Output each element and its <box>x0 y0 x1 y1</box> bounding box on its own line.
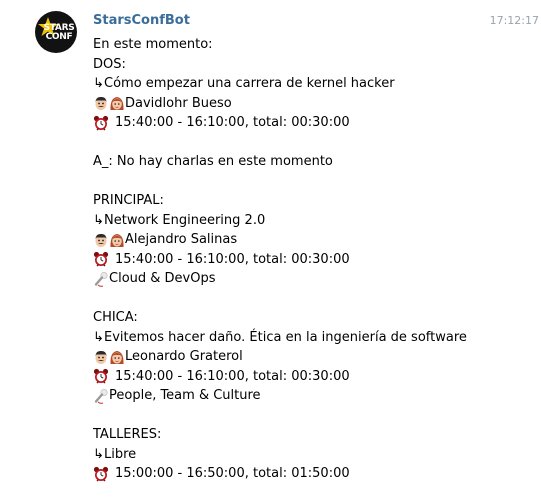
arrow-icon: ↳ <box>93 329 104 345</box>
arrow-icon: ↳ <box>93 76 104 91</box>
alarm-clock-icon <box>93 251 109 267</box>
talk-title-line: ↳ Network Engineering 2.0 <box>93 211 538 231</box>
room-label: PRINCIPAL: <box>93 193 164 208</box>
bot-avatar[interactable]: STARS CONF <box>35 11 77 53</box>
speaker-name: Alejandro Salinas <box>125 232 238 247</box>
schedule-text: 15:40:00 - 16:10:00, total: 00:30:00 <box>115 368 350 384</box>
speaker-line: Davidlohr Bueso <box>93 94 538 114</box>
alarm-clock-icon <box>93 368 109 384</box>
room-label: TALLERES: <box>93 427 162 442</box>
talk-title: Cómo empezar una carrera de kernel hacke… <box>104 76 395 91</box>
sender-name[interactable]: StarsConfBot <box>93 13 190 28</box>
speaker-name: Davidlohr Bueso <box>125 95 232 111</box>
microphone-icon <box>93 271 109 287</box>
woman-face-icon <box>109 95 125 111</box>
message-time: 17:12:17 <box>489 14 539 27</box>
schedule-text: 15:00:00 - 16:50:00, total: 01:50:00 <box>115 466 350 481</box>
alarm-clock-icon <box>93 466 109 482</box>
woman-face-icon <box>109 349 125 365</box>
talk-title: Libre <box>104 446 137 462</box>
schedule-text: 15:40:00 - 16:10:00, total: 00:30:00 <box>115 115 350 130</box>
woman-face-icon <box>109 232 125 248</box>
arrow-icon: ↳ <box>93 446 104 462</box>
alarm-clock-icon <box>93 115 109 131</box>
arrow-icon: ↳ <box>93 212 104 228</box>
intro-line: En este momento: <box>93 37 213 52</box>
message-body: En este momento: DOS: ↳ Cómo empezar una … <box>93 35 538 484</box>
talk-title-line: ↳ Cómo empezar una carrera de kernel hack… <box>93 74 538 94</box>
man-face-icon <box>93 95 109 111</box>
avatar-text: STARS CONF <box>43 23 75 42</box>
talk-title: Evitemos hacer daño. Ética en la ingenie… <box>104 329 467 345</box>
schedule-text: 15:40:00 - 16:10:00, total: 00:30:00 <box>115 251 350 267</box>
room-status-line: A_: No hay charlas en este momento <box>93 154 333 169</box>
track-line: People, Team & Culture <box>93 386 538 406</box>
microphone-icon <box>93 388 109 404</box>
talk-title-line: ↳ Libre <box>93 445 538 465</box>
talk-title: Network Engineering 2.0 <box>104 212 266 228</box>
schedule-line: 15:00:00 - 16:50:00, total: 01:50:00 <box>93 464 538 484</box>
track-name: Cloud & DevOps <box>109 271 216 286</box>
talk-title-line: ↳ Evitemos hacer daño. Ética en la ingeni… <box>93 328 538 348</box>
schedule-line: 15:40:00 - 16:10:00, total: 00:30:00 <box>93 113 538 133</box>
room-label: DOS: <box>93 56 126 72</box>
track-name: People, Team & Culture <box>109 388 261 403</box>
room-label: CHICA: <box>93 310 138 325</box>
speaker-line: Leonardo Graterol <box>93 347 538 367</box>
schedule-line: 15:40:00 - 16:10:00, total: 00:30:00 <box>93 250 538 270</box>
speaker-line: Alejandro Salinas <box>93 230 538 250</box>
man-face-icon <box>93 232 109 248</box>
man-face-icon <box>93 349 109 365</box>
schedule-line: 15:40:00 - 16:10:00, total: 00:30:00 <box>93 367 538 387</box>
track-line: Cloud & DevOps <box>93 269 538 289</box>
speaker-name: Leonardo Graterol <box>125 349 243 364</box>
